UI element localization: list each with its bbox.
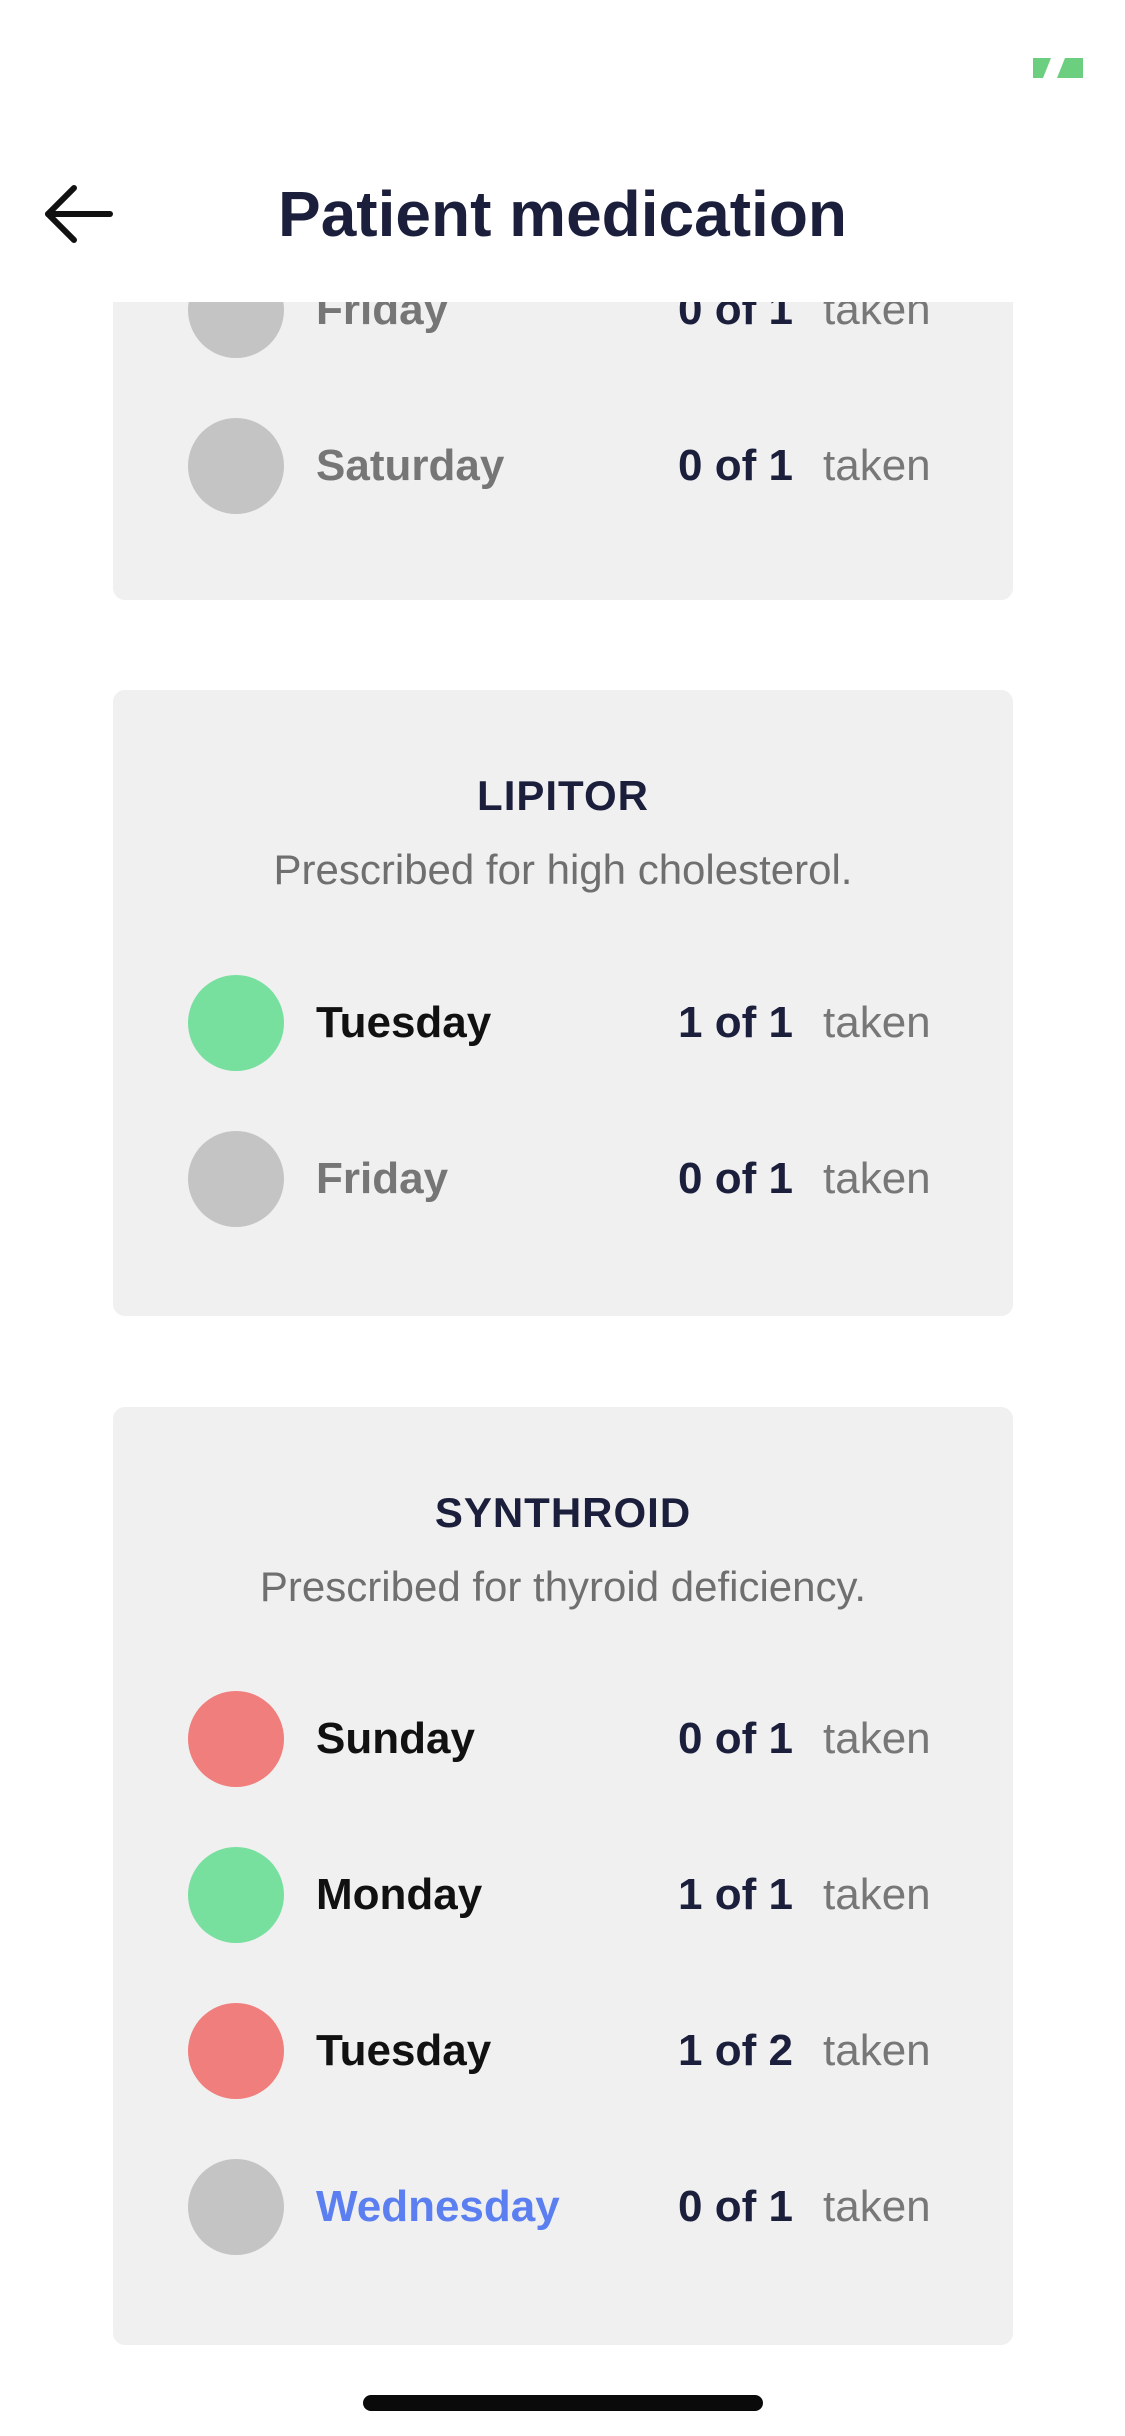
taken-label: taken — [823, 2026, 931, 2075]
day-row[interactable]: Saturday 0 of 1 taken — [113, 418, 1013, 514]
day-label: Sunday — [316, 1714, 475, 1763]
day-row[interactable]: Friday 0 of 1 taken — [113, 1131, 1013, 1227]
dose-count: 0 of 1 — [678, 302, 793, 334]
taken-label: taken — [823, 1870, 931, 1919]
missed-dose-indicator — [188, 1691, 284, 1787]
taken-label: taken — [823, 1714, 931, 1763]
taken-label: taken — [823, 441, 931, 490]
dose-count: 1 of 2 — [678, 2026, 793, 2075]
medication-name: SYNTHROID — [434, 1489, 692, 1536]
dose-count: 0 of 1 — [678, 441, 793, 490]
day-label: Tuesday — [316, 2026, 492, 2075]
day-row[interactable]: Tuesday 1 of 2 taken — [113, 2003, 1013, 2099]
taken-dose-indicator — [188, 1847, 284, 1943]
medication-card-synthroid: SYNTHROID Prescribed for thyroid deficie… — [113, 1407, 1013, 2345]
page-title: Patient medication — [278, 178, 847, 250]
pending-dose-indicator — [188, 302, 284, 358]
day-link-wednesday[interactable]: Wednesday — [316, 2159, 560, 2255]
day-label: Monday — [316, 1870, 483, 1919]
taken-label: taken — [823, 1154, 931, 1203]
status-bar — [0, 0, 1125, 132]
missed-dose-indicator — [188, 2003, 284, 2099]
day-row-selected[interactable]: Wednesday 0 of 1 taken — [113, 2159, 1013, 2255]
medication-name: LIPITOR — [477, 772, 649, 819]
pending-dose-indicator — [188, 418, 284, 514]
medication-list[interactable]: Friday 0 of 1 taken Saturday 0 of 1 take… — [0, 302, 1125, 2436]
taken-label: taken — [823, 302, 931, 334]
pending-dose-indicator — [188, 1131, 284, 1227]
day-row[interactable]: Monday 1 of 1 taken — [113, 1847, 1013, 1943]
day-row[interactable]: Tuesday 1 of 1 taken — [113, 975, 1013, 1071]
day-label: Saturday — [316, 441, 505, 490]
dose-count: 0 of 1 — [678, 1714, 793, 1763]
day-row[interactable]: Friday 0 of 1 taken — [113, 302, 1013, 358]
medication-card-lipitor: LIPITOR Prescribed for high cholesterol.… — [113, 690, 1013, 1316]
medication-description: Prescribed for thyroid deficiency. — [259, 1563, 867, 1610]
day-label: Tuesday — [316, 998, 492, 1047]
taken-dose-indicator — [188, 975, 284, 1071]
home-indicator[interactable] — [363, 2395, 763, 2411]
day-row[interactable]: Sunday 0 of 1 taken — [113, 1691, 1013, 1787]
header: Patient medication — [0, 132, 1125, 302]
dose-count: 0 of 1 — [678, 1154, 793, 1203]
day-label: Friday — [316, 302, 449, 334]
day-label: Friday — [316, 1154, 449, 1203]
medication-card: Friday 0 of 1 taken Saturday 0 of 1 take… — [113, 302, 1013, 600]
medication-description: Prescribed for high cholesterol. — [273, 846, 853, 893]
taken-label: taken — [823, 998, 931, 1047]
dose-count: 1 of 1 — [678, 1870, 793, 1919]
dose-count: 1 of 1 — [678, 998, 793, 1047]
pending-dose-indicator — [188, 2159, 284, 2255]
taken-label: taken — [823, 2182, 931, 2231]
dose-count: 0 of 1 — [678, 2182, 793, 2231]
status-indicator-icon — [1033, 58, 1083, 78]
